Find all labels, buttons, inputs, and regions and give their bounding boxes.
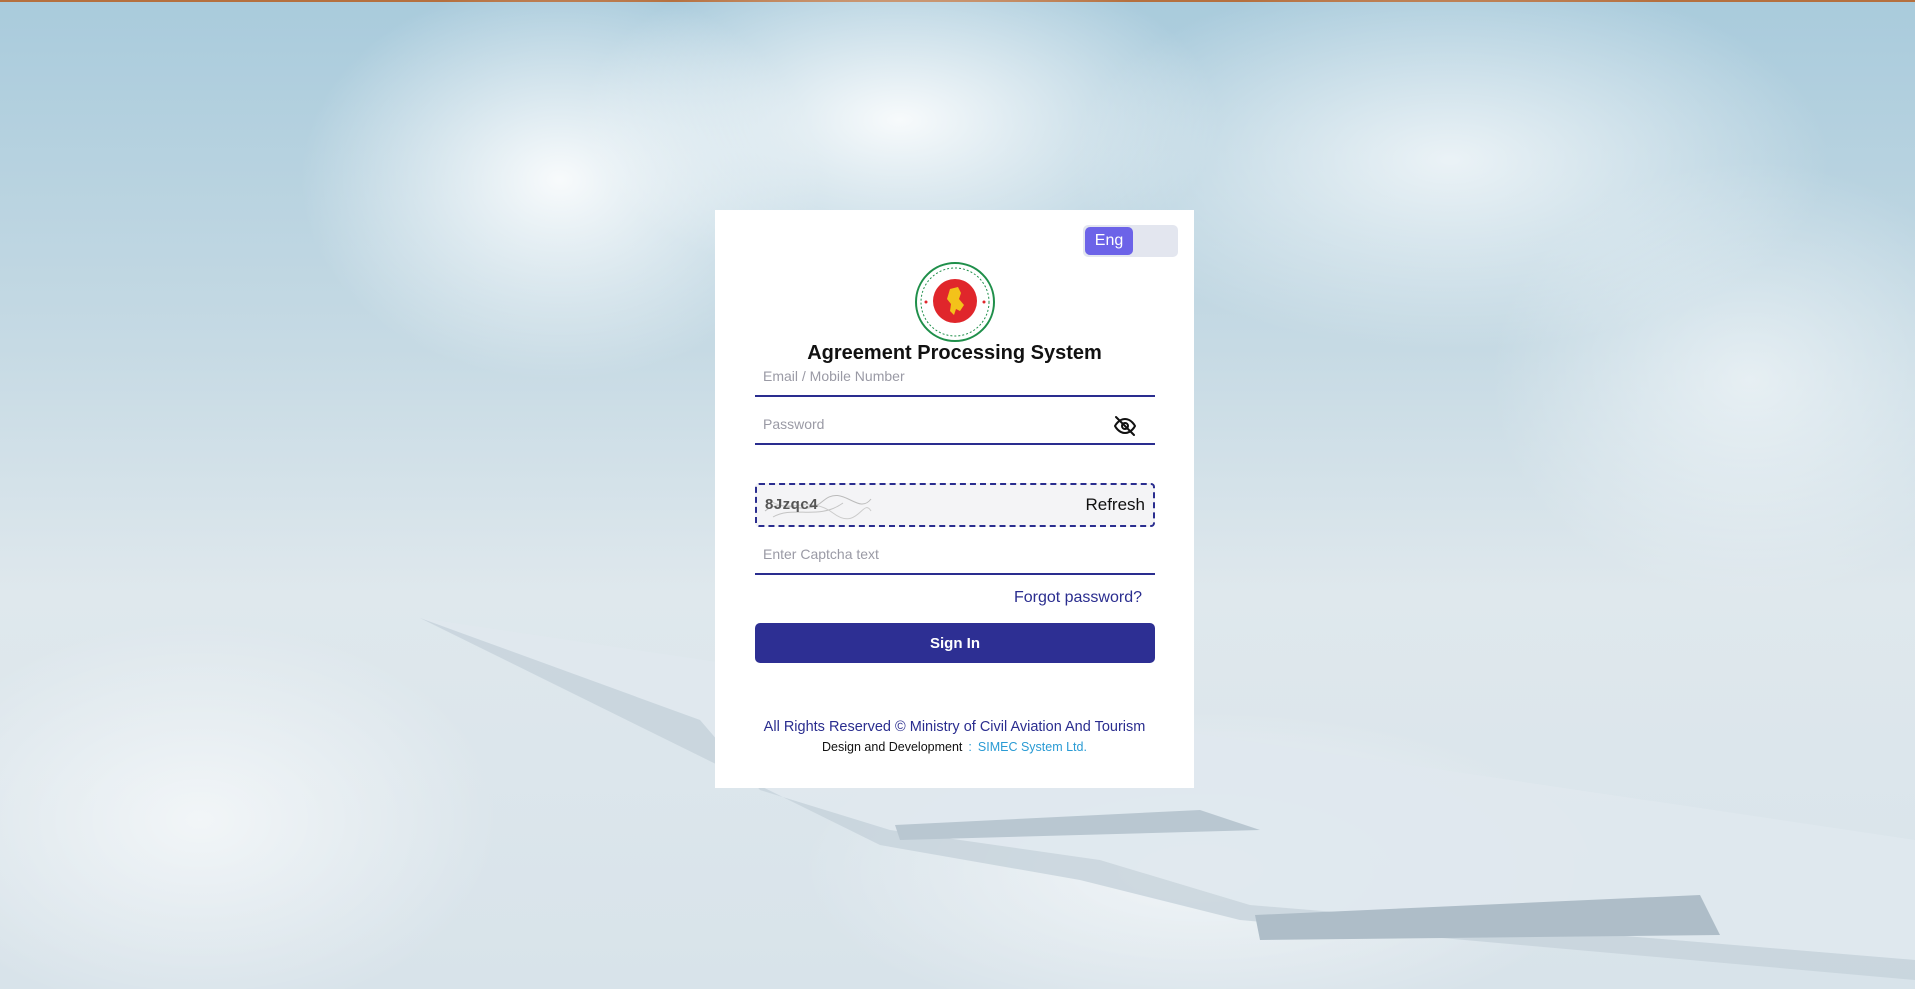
captcha-box: 8Jzqc4 Refresh — [755, 483, 1155, 527]
captcha-field-wrapper — [755, 535, 1155, 575]
password-field-wrapper — [755, 405, 1155, 445]
credit-label: Design and Development — [822, 740, 963, 754]
captcha-refresh-button[interactable]: Refresh — [1085, 495, 1145, 515]
credit-separator: : — [968, 740, 972, 754]
copyright-text: All Rights Reserved © Ministry of Civil … — [763, 719, 1146, 735]
sign-in-button[interactable]: Sign In — [755, 623, 1155, 663]
language-option-english[interactable]: Eng — [1085, 227, 1133, 255]
language-toggle[interactable]: Eng — [1083, 225, 1178, 257]
password-input[interactable] — [755, 405, 1155, 443]
eye-off-icon[interactable] — [1113, 414, 1137, 438]
email-input[interactable] — [755, 357, 1155, 395]
email-field-wrapper — [755, 357, 1155, 397]
government-emblem-logo — [915, 262, 995, 342]
captcha-input[interactable] — [755, 535, 1155, 573]
developer-company-link[interactable]: SIMEC System Ltd. — [978, 740, 1087, 754]
login-card: Eng Agreement Processing System 8Jzqc4 R… — [715, 210, 1194, 788]
forgot-password-link[interactable]: Forgot password? — [1014, 589, 1142, 607]
captcha-code: 8Jzqc4 — [765, 496, 819, 513]
credit-line: Design and Development: SIMEC System Ltd. — [715, 740, 1194, 754]
